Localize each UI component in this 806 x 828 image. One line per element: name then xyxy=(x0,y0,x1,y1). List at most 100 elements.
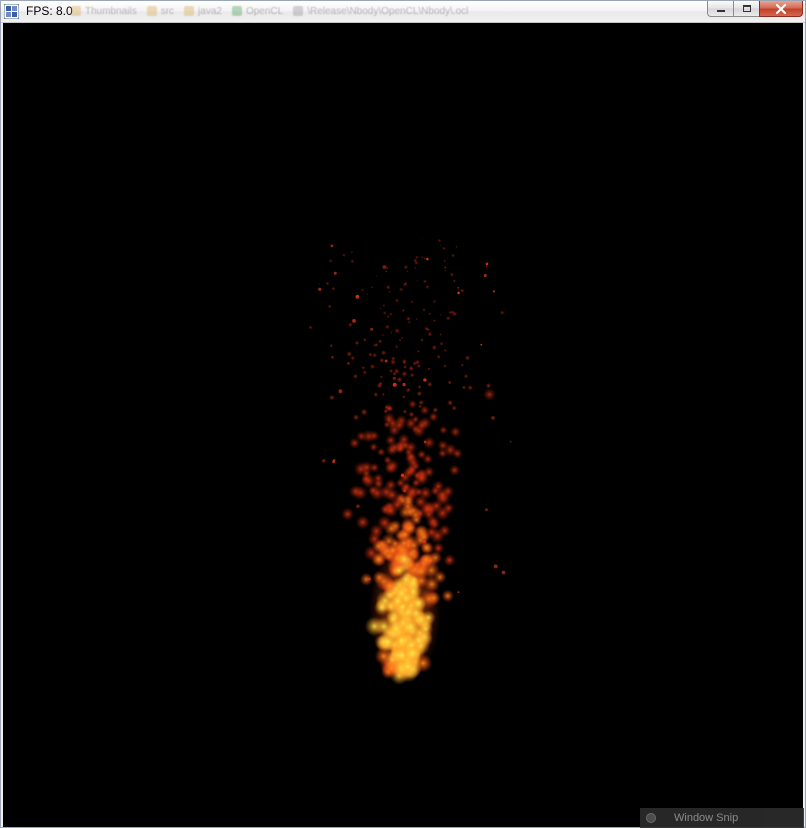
fire-particle xyxy=(398,287,404,292)
fire-particle xyxy=(381,333,384,337)
maximize-icon xyxy=(742,5,751,12)
fire-particle xyxy=(443,348,447,352)
fire-particle xyxy=(415,318,418,321)
fire-spark xyxy=(437,486,439,488)
fire-particle xyxy=(442,246,444,248)
close-button[interactable] xyxy=(759,1,803,17)
fire-particle xyxy=(416,280,419,282)
opencl-icon xyxy=(231,6,242,16)
fire-particle xyxy=(401,308,405,313)
fire-particle xyxy=(350,355,356,361)
snip-icon xyxy=(646,813,656,823)
fire-particle xyxy=(403,364,408,369)
fire-particle xyxy=(393,632,410,649)
fire-particle xyxy=(308,325,313,330)
fire-spark xyxy=(457,591,460,593)
fire-particle xyxy=(369,462,380,473)
fire-particle xyxy=(331,286,336,291)
fire-spark xyxy=(356,504,360,508)
window-snip-bar[interactable]: Window Snip xyxy=(640,808,804,828)
fire-particle xyxy=(373,599,390,616)
fire-particle xyxy=(437,238,442,243)
folder-icon xyxy=(71,6,81,16)
minimize-button[interactable] xyxy=(707,1,733,17)
fire-particle xyxy=(401,358,408,364)
fire-particle xyxy=(386,611,401,627)
application-window: FPS: 8.0 Thumbnails src java2 OpenCL \Re… xyxy=(0,0,806,828)
fire-particle xyxy=(409,372,415,378)
fire-particle xyxy=(369,363,376,370)
fire-particle xyxy=(433,319,436,323)
fire-particle xyxy=(420,541,432,553)
ghost-tab-label: src xyxy=(160,5,175,17)
fire-particle xyxy=(404,440,418,454)
fire-particle xyxy=(408,399,417,409)
fire-spark xyxy=(480,343,483,346)
fire-particle xyxy=(431,344,438,351)
fire-particle xyxy=(414,255,419,260)
fire-particle xyxy=(417,385,422,389)
fire-particle xyxy=(403,264,409,270)
fire-particle xyxy=(499,310,505,315)
fire-particle xyxy=(398,338,402,342)
fire-particle xyxy=(440,244,442,247)
fire-particle xyxy=(376,447,386,457)
fire-spark xyxy=(392,376,396,380)
render-viewport[interactable] xyxy=(3,23,803,827)
fire-particle xyxy=(360,288,365,292)
fire-particle xyxy=(368,352,373,357)
fire-particle xyxy=(341,507,355,521)
ghost-tab: \Release\Nbody\OpenCL\Nbody\.ocl xyxy=(293,6,468,17)
fire-particle xyxy=(428,312,432,316)
fire-spark xyxy=(332,459,336,462)
fire-particle xyxy=(405,316,411,322)
fire-particle xyxy=(433,299,437,303)
fire-spark xyxy=(426,257,429,261)
fire-spark xyxy=(492,290,496,293)
fire-particle xyxy=(438,524,452,537)
fire-spark xyxy=(400,473,405,477)
fire-particle xyxy=(452,279,457,283)
fire-particle xyxy=(420,255,424,259)
fire-particle xyxy=(373,392,379,398)
fire-particle xyxy=(385,487,400,503)
fire-particle xyxy=(420,338,424,342)
title-bar[interactable]: FPS: 8.0 Thumbnails src java2 OpenCL \Re… xyxy=(1,1,805,23)
fire-particle xyxy=(443,259,446,263)
fire-particle xyxy=(384,324,390,330)
fire-particle xyxy=(354,340,360,346)
fire-particle xyxy=(439,425,448,435)
fire-particle xyxy=(342,253,346,257)
fire-particle xyxy=(370,286,374,289)
fire-particle xyxy=(348,484,363,498)
fire-particle xyxy=(385,284,391,290)
fire-particle xyxy=(367,485,379,496)
snip-label: Window Snip xyxy=(674,812,739,824)
fire-particle xyxy=(416,349,420,353)
fire-spark xyxy=(382,265,387,269)
fire-spark xyxy=(484,508,488,512)
folder-icon xyxy=(184,6,195,16)
fire-particle xyxy=(318,283,320,285)
fire-spark xyxy=(318,287,322,291)
fire-particle xyxy=(449,426,461,438)
fire-particle xyxy=(407,604,425,622)
fire-particle xyxy=(420,503,434,516)
fire-particle xyxy=(352,373,359,379)
fire-particle xyxy=(383,503,399,519)
fire-particle xyxy=(379,375,384,379)
fire-spark xyxy=(330,244,334,248)
fire-particle xyxy=(388,368,394,373)
window-title: FPS: 8.0 xyxy=(26,4,73,18)
fire-particle xyxy=(394,298,399,303)
fire-particle xyxy=(360,408,368,416)
fire-particle xyxy=(390,331,393,334)
fire-particle xyxy=(448,464,461,476)
fire-particle xyxy=(408,365,415,372)
maximize-button[interactable] xyxy=(733,1,759,17)
fire-particle xyxy=(389,312,393,316)
fire-particle xyxy=(446,399,454,406)
fire-particle xyxy=(404,644,422,662)
fire-particle xyxy=(428,411,439,422)
fire-particle xyxy=(355,515,370,530)
